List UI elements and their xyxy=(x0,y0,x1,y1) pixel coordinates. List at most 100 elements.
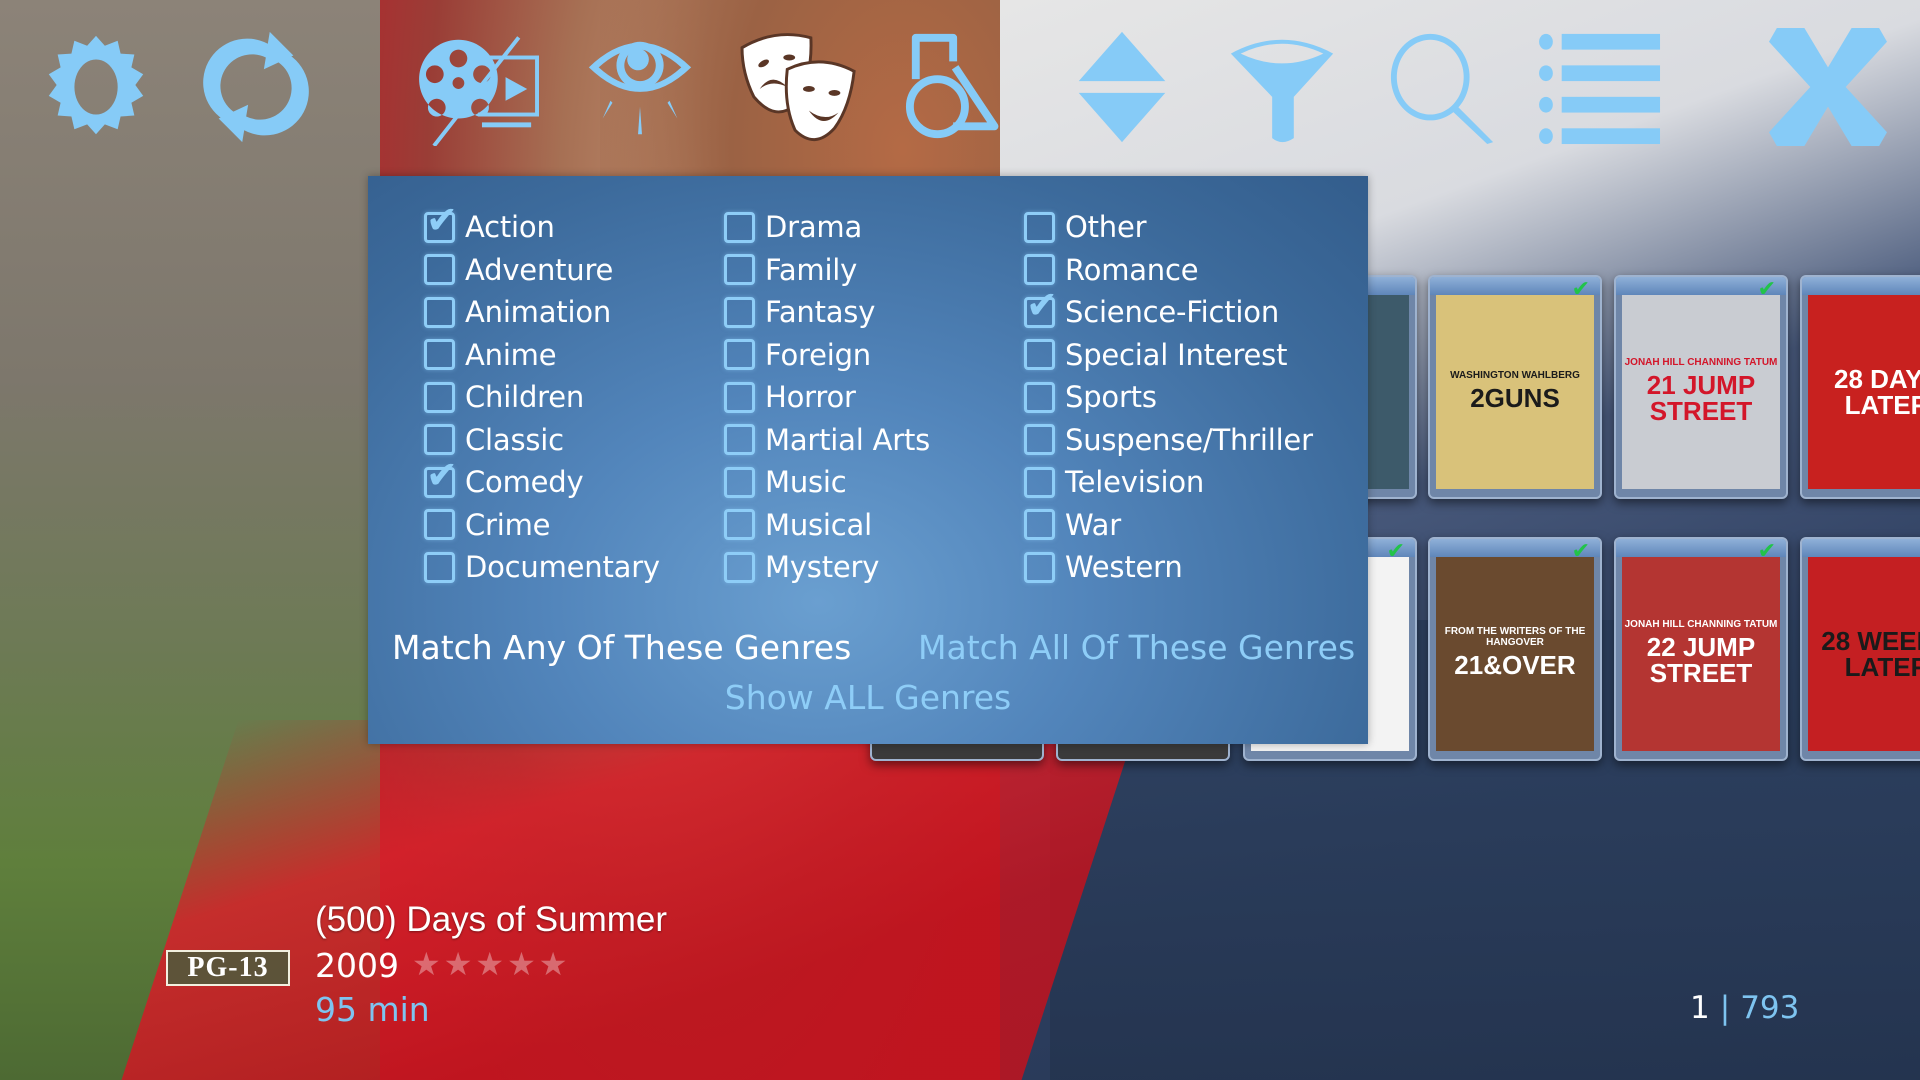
genre-label: Martial Arts xyxy=(765,422,931,457)
movie-cover[interactable]: 28 WEEKS LATER xyxy=(1800,537,1920,761)
genre-checkbox[interactable]: ✔ xyxy=(424,456,458,498)
genre-option[interactable]: ✔ Action xyxy=(424,201,660,249)
genre-checkbox[interactable] xyxy=(1024,339,1055,371)
search-button[interactable] xyxy=(1382,28,1502,146)
movie-cover[interactable]: WASHINGTON WAHLBERG 2GUNS ✔ xyxy=(1428,275,1602,499)
category-filter-button[interactable] xyxy=(895,28,1030,146)
eye-icon xyxy=(588,41,692,135)
genre-checkbox[interactable] xyxy=(1024,466,1055,498)
genre-option[interactable]: Romance xyxy=(1024,249,1313,292)
genre-option[interactable]: Musical xyxy=(724,504,930,547)
cover-title: 22 JUMP STREET xyxy=(1646,631,1756,688)
genre-checkbox[interactable]: ✔ xyxy=(1024,286,1058,328)
genre-option[interactable]: ✔ Science-Fiction xyxy=(1024,286,1313,334)
genre-checkbox[interactable] xyxy=(724,381,755,413)
gear-icon xyxy=(48,35,144,135)
genre-checkbox[interactable] xyxy=(724,296,755,328)
genre-option[interactable]: Special Interest xyxy=(1024,334,1313,377)
bluray-case-strip xyxy=(1802,539,1920,557)
genre-option[interactable]: Fantasy xyxy=(724,291,930,334)
genre-option[interactable]: Other xyxy=(1024,206,1313,249)
genre-option[interactable]: Adventure xyxy=(424,249,660,292)
genre-checkbox[interactable] xyxy=(724,551,755,583)
sort-button[interactable] xyxy=(1062,28,1182,146)
genre-option[interactable]: Drama xyxy=(724,206,930,249)
genre-option[interactable]: Foreign xyxy=(724,334,930,377)
watched-check-icon: ✔ xyxy=(1757,277,1776,302)
genre-option[interactable]: Music xyxy=(724,461,930,504)
genre-option[interactable]: Documentary xyxy=(424,546,660,589)
counter-separator: | xyxy=(1719,990,1731,1026)
genre-option[interactable]: Classic xyxy=(424,419,660,462)
toolbar xyxy=(0,0,1920,160)
genre-label: Mystery xyxy=(765,550,880,585)
match-any-genres-button[interactable]: Match Any Of These Genres xyxy=(392,628,851,667)
genre-option[interactable]: Horror xyxy=(724,376,930,419)
genre-option[interactable]: Sports xyxy=(1024,376,1313,419)
genre-option[interactable]: Martial Arts xyxy=(724,419,930,462)
genre-checkbox[interactable] xyxy=(424,254,455,286)
genre-column-3: Other Romance ✔ Science-Fiction Special Inte… xyxy=(1024,206,1313,589)
genre-option[interactable]: Western xyxy=(1024,546,1313,589)
genre-checkbox[interactable] xyxy=(424,339,455,371)
genre-checkbox[interactable] xyxy=(724,424,755,456)
close-button[interactable] xyxy=(1760,28,1895,146)
genre-option[interactable]: War xyxy=(1024,504,1313,547)
show-all-genres-button[interactable]: Show ALL Genres xyxy=(368,678,1368,717)
genre-checkbox[interactable] xyxy=(424,296,455,328)
genre-column-2: Drama Family Fantasy Foreign Horror Martial A… xyxy=(724,206,930,589)
genre-option[interactable]: Mystery xyxy=(724,546,930,589)
movie-title: (500) Days of Summer xyxy=(315,900,668,939)
genre-label: Fantasy xyxy=(765,295,876,330)
genre-label: Classic xyxy=(465,422,564,457)
genre-option[interactable]: Children xyxy=(424,376,660,419)
genre-checkbox[interactable] xyxy=(424,509,455,541)
genre-checkbox[interactable] xyxy=(724,211,755,243)
genre-option[interactable]: Crime xyxy=(424,504,660,547)
movie-cover[interactable]: 28 DAYS LATER xyxy=(1800,275,1920,499)
genre-option[interactable]: Television xyxy=(1024,461,1313,504)
genre-checkbox[interactable] xyxy=(724,466,755,498)
genre-option[interactable]: Anime xyxy=(424,334,660,377)
genre-label: War xyxy=(1065,507,1121,542)
genre-checkbox[interactable] xyxy=(1024,381,1055,413)
genre-checkbox[interactable] xyxy=(1024,551,1055,583)
star-icon: ★ xyxy=(475,945,505,983)
genre-checkbox[interactable] xyxy=(724,509,755,541)
match-all-genres-button[interactable]: Match All Of These Genres xyxy=(918,628,1355,667)
checkmark-icon: ✔ xyxy=(426,452,458,497)
star-icon: ★ xyxy=(507,945,536,983)
genre-label: Romance xyxy=(1065,252,1199,287)
movie-cover[interactable]: FROM THE WRITERS OF THE HANGOVER 21&OVER ✔ xyxy=(1428,537,1602,761)
settings-button[interactable] xyxy=(36,28,156,146)
genre-checkbox[interactable] xyxy=(1024,211,1055,243)
genre-filter-button[interactable] xyxy=(735,28,870,146)
genre-option[interactable]: ✔ Comedy xyxy=(424,456,660,504)
genre-option[interactable]: Animation xyxy=(424,291,660,334)
genre-checkbox[interactable] xyxy=(424,381,455,413)
genre-checkbox[interactable] xyxy=(724,254,755,286)
genre-checkbox[interactable] xyxy=(1024,254,1055,286)
genre-column-1: ✔ Action Adventure Animation Anime Children Cl… xyxy=(424,201,660,589)
genre-option[interactable]: Suspense/Thriller xyxy=(1024,419,1313,462)
genre-checkbox[interactable] xyxy=(724,339,755,371)
genre-checkbox[interactable] xyxy=(424,551,455,583)
genre-checkbox[interactable]: ✔ xyxy=(424,201,458,243)
watched-filter-button[interactable] xyxy=(580,28,700,146)
genre-filter-panel: ✔ Action Adventure Animation Anime Children Cl… xyxy=(368,176,1368,744)
filter-button[interactable] xyxy=(1222,28,1342,146)
movie-cover[interactable]: JONAH HILL CHANNING TATUM 21 JUMP STREET ✔ xyxy=(1614,275,1788,499)
list-view-button[interactable] xyxy=(1535,28,1670,146)
cover-art: 28 WEEKS LATER xyxy=(1808,557,1920,751)
star-icon: ★ xyxy=(443,945,473,983)
media-type-button[interactable] xyxy=(410,28,550,146)
genre-label: Adventure xyxy=(465,252,614,287)
mpaa-rating-badge: PG-13 xyxy=(166,950,290,986)
genre-option[interactable]: Family xyxy=(724,249,930,292)
movie-cover[interactable]: JONAH HILL CHANNING TATUM 22 JUMP STREET ✔ xyxy=(1614,537,1788,761)
genre-checkbox[interactable] xyxy=(1024,509,1055,541)
genre-checkbox[interactable] xyxy=(1024,424,1055,456)
genre-checkbox[interactable] xyxy=(424,424,455,456)
refresh-button[interactable] xyxy=(196,28,316,146)
cover-title: 2GUNS xyxy=(1470,382,1560,413)
